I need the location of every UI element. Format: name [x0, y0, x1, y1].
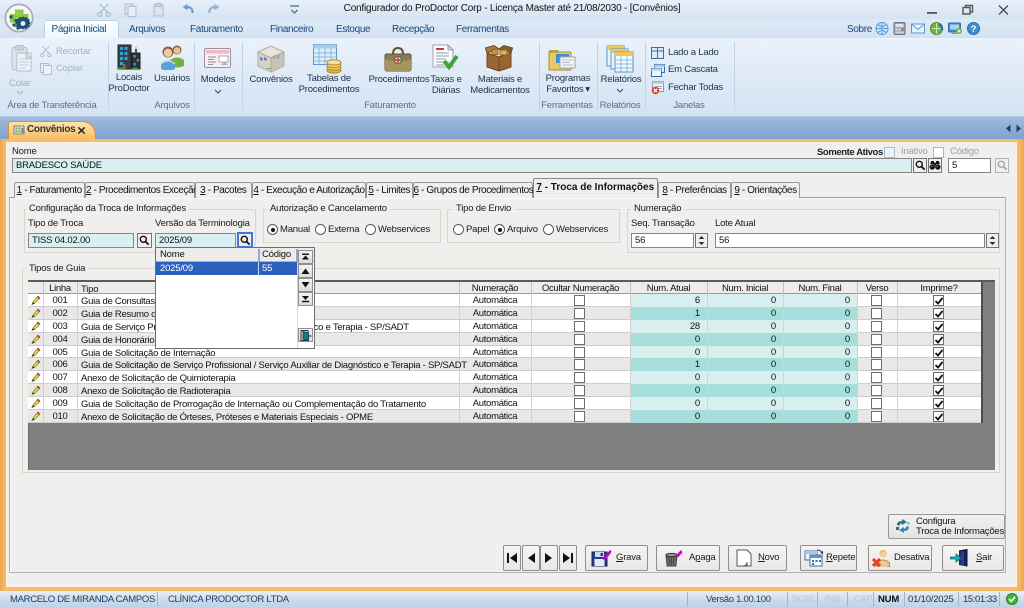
svg-text:?: ?	[971, 24, 977, 35]
